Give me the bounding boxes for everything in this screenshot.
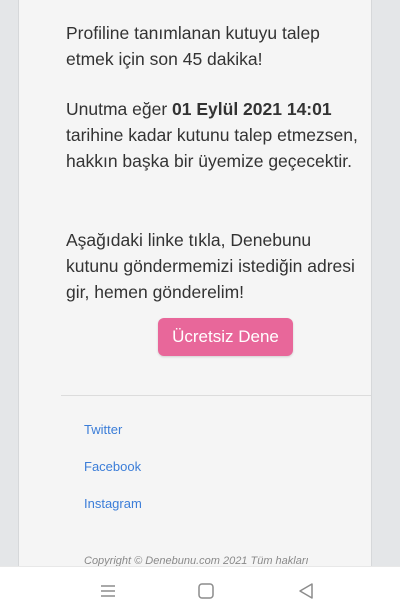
menu-icon[interactable] (96, 579, 120, 603)
deadline-text-start: Unutma eğer (66, 99, 173, 119)
footer-divider (61, 395, 371, 396)
home-square-icon[interactable] (194, 579, 218, 603)
deadline-text: Unutma eğer 01 Eylül 2021 14:01 tarihine… (66, 96, 366, 174)
facebook-link[interactable]: Facebook (84, 459, 141, 474)
countdown-text: Profiline tanımlanan kutuyu talep etmek … (66, 23, 320, 69)
copyright-text: Copyright © Denebunu.com 2021 Tüm haklar… (84, 555, 309, 566)
twitter-link[interactable]: Twitter (84, 422, 122, 437)
instagram-link[interactable]: Instagram (84, 496, 142, 511)
free-trial-button[interactable]: Ücretsiz Dene (158, 318, 293, 356)
deadline-text-end: tarihine kadar kutunu talep etmezsen, ha… (66, 125, 358, 171)
back-triangle-icon[interactable] (294, 579, 318, 603)
instruction-text: Aşağıdaki linke tıkla, Denebunu kutunu g… (66, 230, 355, 302)
email-card: Profiline tanımlanan kutuyu talep etmek … (18, 0, 372, 566)
deadline-date: 01 Eylül 2021 14:01 (172, 99, 332, 119)
android-nav-bar (0, 566, 400, 615)
